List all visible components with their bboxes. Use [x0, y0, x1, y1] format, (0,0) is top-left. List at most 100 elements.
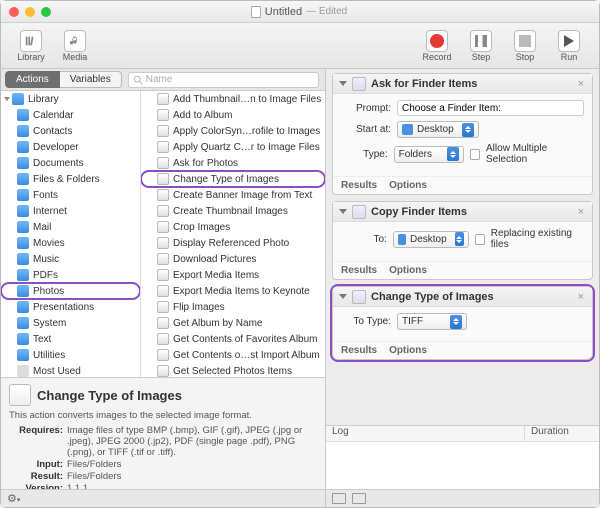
action-item[interactable]: Get Album by Name [141, 315, 325, 331]
workflow-column: Ask for Finder Items×Prompt:Start at:Des… [326, 69, 599, 507]
gear-menu[interactable]: ⚙︎▾ [7, 492, 20, 505]
card-body: Prompt:Start at:DesktopType:FoldersAllow… [333, 94, 592, 176]
library-item[interactable]: Mail [1, 219, 140, 235]
close-window-button[interactable] [9, 7, 19, 17]
library-item[interactable]: Movies [1, 235, 140, 251]
library-item[interactable]: PDFs [1, 267, 140, 283]
window-title: Untitled — Edited [51, 6, 547, 18]
library-item[interactable]: System [1, 315, 140, 331]
main-body: Actions Variables Name LibraryCalendarCo… [1, 69, 599, 507]
library-item[interactable]: Contacts [1, 123, 140, 139]
action-item[interactable]: Export Media Items to Keynote [141, 283, 325, 299]
action-item[interactable]: Display Referenced Photo [141, 235, 325, 251]
minimize-window-button[interactable] [25, 7, 35, 17]
disclosure-triangle-icon[interactable] [339, 294, 347, 299]
action-item[interactable]: Apply ColorSyn…rofile to Images [141, 123, 325, 139]
window-controls [9, 7, 51, 17]
log-col-log[interactable]: Log [326, 426, 525, 441]
library-toolbar-button[interactable]: Library [9, 30, 53, 62]
search-input[interactable]: Name [128, 72, 319, 88]
card-action-icon [352, 77, 366, 91]
row-label: Start at: [341, 124, 391, 135]
action-item[interactable]: Create Thumbnail Images [141, 203, 325, 219]
remove-action-button[interactable]: × [576, 291, 586, 303]
run-toolbar-button[interactable]: Run [547, 30, 591, 62]
stop-icon [519, 35, 531, 47]
text-field[interactable] [397, 100, 584, 116]
remove-action-button[interactable]: × [576, 78, 586, 90]
zoom-window-button[interactable] [41, 7, 51, 17]
library-item[interactable]: Utilities [1, 347, 140, 363]
action-item[interactable]: Flip Images [141, 299, 325, 315]
options-tab[interactable]: Options [389, 180, 427, 191]
options-tab[interactable]: Options [389, 345, 427, 356]
category-icon [17, 317, 29, 329]
folder-icon [402, 124, 413, 135]
log-col-duration[interactable]: Duration [525, 426, 599, 441]
library-item[interactable]: Internet [1, 203, 140, 219]
results-tab[interactable]: Results [341, 265, 377, 276]
options-tab[interactable]: Options [389, 265, 427, 276]
tab-actions[interactable]: Actions [5, 71, 60, 88]
popup-button[interactable]: Desktop [397, 121, 479, 138]
record-icon [430, 34, 444, 48]
disclosure-triangle-icon[interactable] [339, 81, 347, 86]
record-toolbar-button[interactable]: Record [415, 30, 459, 62]
action-item[interactable]: Get Contents of Favorites Album [141, 331, 325, 347]
workflow-action-card[interactable]: Change Type of Images×To Type:TIFFResult… [332, 286, 593, 360]
action-item[interactable]: Change Type of Images [141, 171, 325, 187]
checkbox[interactable] [470, 149, 480, 160]
action-item[interactable]: Add to Album [141, 107, 325, 123]
results-tab[interactable]: Results [341, 345, 377, 356]
action-icon [157, 125, 169, 137]
library-item[interactable]: Most Used [1, 363, 140, 377]
actions-list[interactable]: Add Thumbnail…n to Image FilesAdd to Alb… [141, 91, 325, 377]
action-item[interactable]: Get Selected Photos Items [141, 363, 325, 377]
action-icon [157, 93, 169, 105]
library-item[interactable]: Photos [1, 283, 140, 299]
card-header[interactable]: Ask for Finder Items× [333, 74, 592, 94]
disclosure-triangle-icon[interactable] [339, 209, 347, 214]
action-item[interactable]: Apply Quartz C…r to Image Files [141, 139, 325, 155]
popup-button[interactable]: Folders [394, 146, 464, 163]
card-action-icon [352, 290, 366, 304]
step-toolbar-button[interactable]: Step [459, 30, 503, 62]
tab-variables[interactable]: Variables [60, 71, 122, 88]
library-item[interactable]: Music [1, 251, 140, 267]
library-item[interactable]: Developer [1, 139, 140, 155]
popup-button[interactable]: Desktop [393, 231, 469, 248]
workflow-canvas[interactable]: Ask for Finder Items×Prompt:Start at:Des… [326, 69, 599, 425]
action-item[interactable]: Add Thumbnail…n to Image Files [141, 91, 325, 107]
view-mode-list-button[interactable] [352, 493, 366, 504]
card-header[interactable]: Copy Finder Items× [333, 202, 592, 222]
workflow-action-card[interactable]: Ask for Finder Items×Prompt:Start at:Des… [332, 73, 593, 195]
library-categories-list[interactable]: LibraryCalendarContactsDeveloperDocument… [1, 91, 141, 377]
card-header[interactable]: Change Type of Images× [333, 287, 592, 307]
library-item[interactable]: Documents [1, 155, 140, 171]
library-item[interactable]: Library [1, 91, 140, 107]
action-item[interactable]: Ask for Photos [141, 155, 325, 171]
stop-toolbar-button[interactable]: Stop [503, 30, 547, 62]
action-item[interactable]: Download Pictures [141, 251, 325, 267]
action-item[interactable]: Create Banner Image from Text [141, 187, 325, 203]
step-icon [475, 35, 487, 47]
action-item[interactable]: Get Contents o…st Import Album [141, 347, 325, 363]
remove-action-button[interactable]: × [576, 206, 586, 218]
library-item[interactable]: Calendar [1, 107, 140, 123]
media-toolbar-button[interactable]: Media [53, 30, 97, 62]
library-item[interactable]: Fonts [1, 187, 140, 203]
results-tab[interactable]: Results [341, 180, 377, 191]
library-item[interactable]: Text [1, 331, 140, 347]
workflow-action-card[interactable]: Copy Finder Items×To:DesktopReplacing ex… [332, 201, 593, 280]
library-item[interactable]: Files & Folders [1, 171, 140, 187]
info-result: Files/Folders [67, 471, 317, 482]
view-mode-flow-button[interactable] [332, 493, 346, 504]
category-icon [17, 109, 29, 121]
checkbox[interactable] [475, 234, 485, 245]
card-row: Type:FoldersAllow Multiple Selection [341, 143, 584, 165]
popup-button[interactable]: TIFF [397, 313, 467, 330]
action-item[interactable]: Export Media Items [141, 267, 325, 283]
action-item[interactable]: Crop Images [141, 219, 325, 235]
category-icon [17, 221, 29, 233]
library-item[interactable]: Presentations [1, 299, 140, 315]
